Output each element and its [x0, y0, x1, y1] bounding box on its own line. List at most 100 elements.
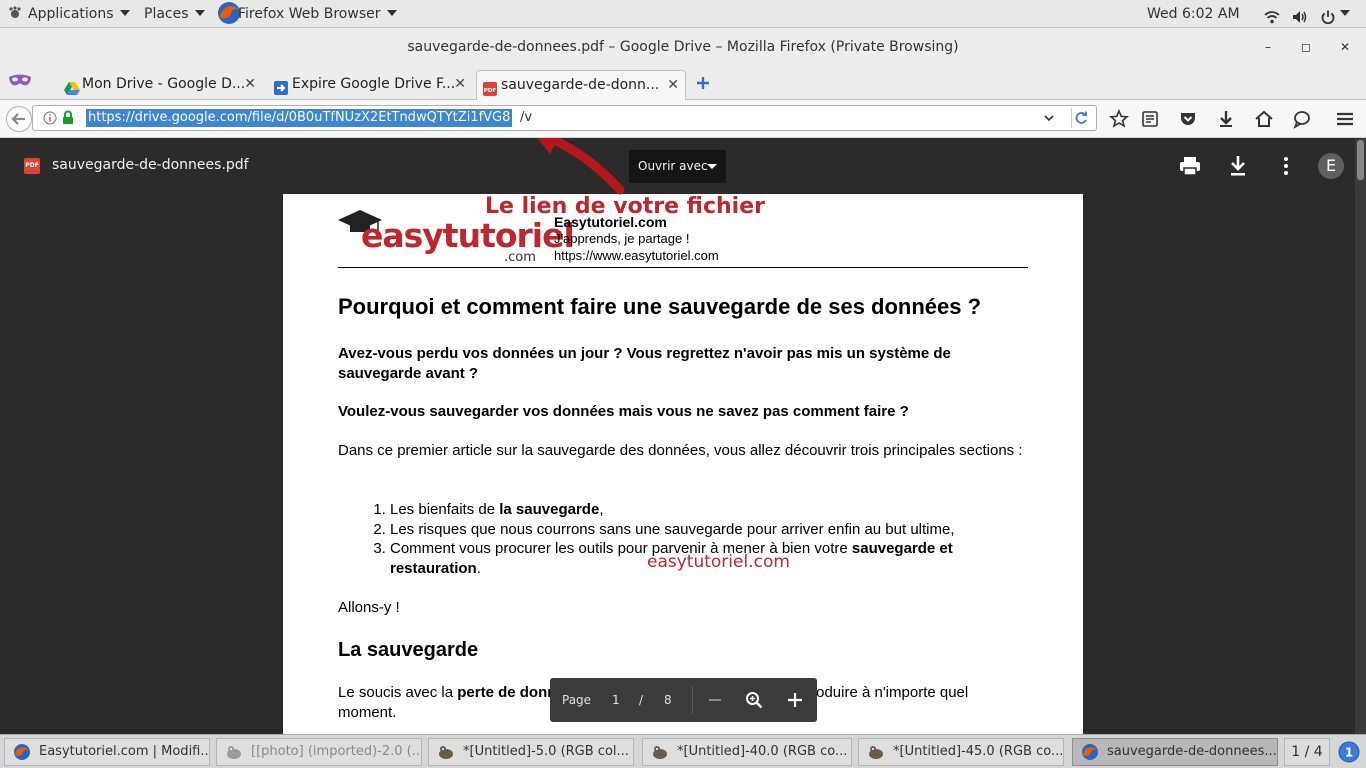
tab-mon-drive[interactable]: Mon Drive - Google D... ✕	[58, 70, 262, 100]
zoom-icon[interactable]	[745, 691, 763, 709]
tab-label: Expire Google Drive F...	[292, 76, 456, 92]
annotation-arrow-icon	[537, 138, 625, 195]
active-app-label: Firefox Web Browser	[238, 6, 381, 22]
tab-sauvegarde-pdf[interactable]: PDF sauvegarde-de-donn... ✕	[476, 70, 686, 100]
print-icon[interactable]	[1179, 156, 1201, 176]
minimize-button[interactable]: –	[1259, 38, 1277, 56]
taskbar-item-firefox-easytutoriel[interactable]: Easytutoriel.com | Modifi...	[4, 738, 210, 766]
chevron-down-icon	[194, 10, 205, 16]
document-heading: Pourquoi et comment faire une sauvegarde…	[338, 294, 982, 319]
url-bar[interactable]: https://drive.google.com/file/d/0B0uTfNU…	[32, 105, 1097, 131]
taskbar: Easytutoriel.com | Modifi... [[photo] (i…	[0, 734, 1366, 768]
close-icon[interactable]: ✕	[454, 70, 466, 98]
workspace-indicator[interactable]: 1 / 4	[1284, 738, 1330, 766]
watermark-text: easytutoriel.com	[647, 552, 790, 572]
arrow-left-icon	[11, 113, 25, 125]
chat-bubble-icon[interactable]	[1292, 109, 1312, 129]
download-arrow-icon[interactable]	[1216, 109, 1236, 129]
new-tab-button[interactable]	[696, 75, 710, 89]
taskbar-item-gimp-untitled-40[interactable]: *[Untitled]-40.0 (RGB co...	[642, 738, 852, 766]
url-selected-text: https://drive.google.com/file/d/0B0uTfNU…	[86, 109, 513, 127]
chevron-down-icon	[707, 164, 717, 169]
bookmark-star-icon[interactable]	[1108, 108, 1130, 129]
tab-bar: Mon Drive - Google D... ✕ Expire Google …	[0, 66, 1366, 100]
url-rest-text: /v	[520, 110, 533, 125]
taskbar-label: Easytutoriel.com | Modifi...	[39, 744, 210, 759]
more-options-icon[interactable]	[1276, 155, 1296, 177]
avatar[interactable]: E	[1318, 153, 1344, 179]
back-button[interactable]	[6, 106, 32, 132]
hamburger-menu-icon[interactable]	[1335, 109, 1355, 129]
svg-text:PDF: PDF	[484, 88, 497, 94]
logo-suffix: .com	[504, 250, 536, 265]
chevron-down-icon[interactable]	[1043, 112, 1055, 124]
chevron-down-icon[interactable]	[1340, 0, 1350, 28]
places-label: Places	[144, 6, 189, 22]
gimp-icon	[651, 743, 669, 761]
easytutoriel-logo: easytutoriel .com	[338, 206, 575, 268]
pdf-icon: PDF	[24, 158, 40, 174]
gimp-icon	[867, 743, 885, 761]
home-icon[interactable]	[1254, 109, 1274, 129]
download-icon[interactable]	[1228, 155, 1248, 177]
window-title: sauvegarde-de-donnees.pdf – Google Drive…	[407, 39, 959, 55]
gnome-foot-icon	[8, 2, 22, 18]
gnome-top-bar: Applications Places Firefox Web Browser …	[0, 0, 1366, 28]
pdf-page: Le lien de votre fichier easytutoriel .c…	[283, 194, 1083, 734]
close-window-button[interactable]: ✕	[1336, 38, 1354, 56]
gimp-icon	[437, 743, 455, 761]
places-menu[interactable]: Places	[144, 0, 205, 28]
close-icon[interactable]: ✕	[667, 71, 679, 99]
scrollbar-thumb[interactable]	[1357, 140, 1364, 180]
gimp-icon	[225, 743, 243, 761]
zoom-in-button[interactable]	[786, 691, 804, 709]
question-1: Avez-vous perdu vos données un jour ? Vo…	[338, 345, 951, 382]
zoom-out-button[interactable]	[706, 691, 724, 709]
lock-icon	[62, 110, 74, 125]
page-total: 8	[664, 693, 672, 707]
tab-label: sauvegarde-de-donn...	[501, 77, 660, 93]
close-icon[interactable]: ✕	[244, 70, 256, 98]
reading-list-icon[interactable]	[1140, 109, 1160, 129]
applications-menu[interactable]: Applications	[8, 0, 130, 28]
header-divider	[338, 267, 1028, 268]
minus-icon	[709, 699, 721, 701]
maximize-button[interactable]: ◻	[1297, 38, 1315, 56]
notification-icon[interactable]: 1	[1338, 741, 1360, 763]
firefox-icon	[13, 743, 31, 761]
taskbar-item-firefox-sauvegarde[interactable]: sauvegarde-de-donnees....	[1072, 738, 1278, 766]
clock[interactable]: Wed 6:02 AM	[1147, 0, 1240, 28]
logo-text: easytutoriel	[361, 216, 575, 255]
taskbar-item-gimp-photo[interactable]: [[photo] (imported)-2.0 (...	[216, 738, 422, 766]
google-drive-icon	[64, 77, 80, 95]
tab-label: Mon Drive - Google D...	[82, 76, 246, 92]
svg-text:1: 1	[1345, 746, 1353, 760]
window-title-bar: sauvegarde-de-donnees.pdf – Google Drive…	[0, 28, 1366, 66]
tab-expire-google-drive[interactable]: Expire Google Drive F... ✕	[268, 70, 472, 100]
list-item: Les risques que nous courrons sans une s…	[390, 520, 1030, 540]
viewer-scrollbar[interactable]	[1355, 138, 1366, 734]
page-separator: /	[639, 693, 644, 707]
site-tagline: J'apprends, je partage !	[554, 231, 690, 246]
private-browsing-mask-icon	[8, 73, 32, 89]
pocket-icon[interactable]	[1178, 109, 1198, 129]
taskbar-item-gimp-untitled-5[interactable]: *[Untitled]-5.0 (RGB col...	[428, 738, 634, 766]
open-with-label: Ouvrir avec	[638, 159, 708, 173]
info-icon[interactable]	[43, 111, 57, 125]
intro-paragraph: Dans ce premier article sur la sauvegard…	[338, 442, 1023, 459]
page-label: Page	[562, 693, 592, 707]
chevron-down-icon	[119, 10, 130, 16]
wifi-icon[interactable]	[1264, 6, 1280, 24]
power-icon[interactable]	[1320, 6, 1336, 25]
taskbar-label: [[photo] (imported)-2.0 (...	[251, 744, 422, 759]
active-app-menu[interactable]: Firefox Web Browser	[216, 0, 397, 28]
allons-text: Allons-y !	[338, 599, 400, 616]
taskbar-item-gimp-untitled-45[interactable]: *[Untitled]-45.0 (RGB co...	[858, 738, 1064, 766]
file-name: sauvegarde-de-donnees.pdf	[52, 157, 249, 173]
site-name: Easytutoriel.com	[554, 214, 667, 230]
open-with-button[interactable]: Ouvrir avec	[629, 150, 726, 183]
taskbar-label: *[Untitled]-40.0 (RGB co...	[677, 744, 848, 759]
page-current-input[interactable]: 1	[612, 693, 620, 707]
reload-icon[interactable]	[1073, 110, 1089, 126]
volume-icon[interactable]	[1292, 6, 1308, 23]
